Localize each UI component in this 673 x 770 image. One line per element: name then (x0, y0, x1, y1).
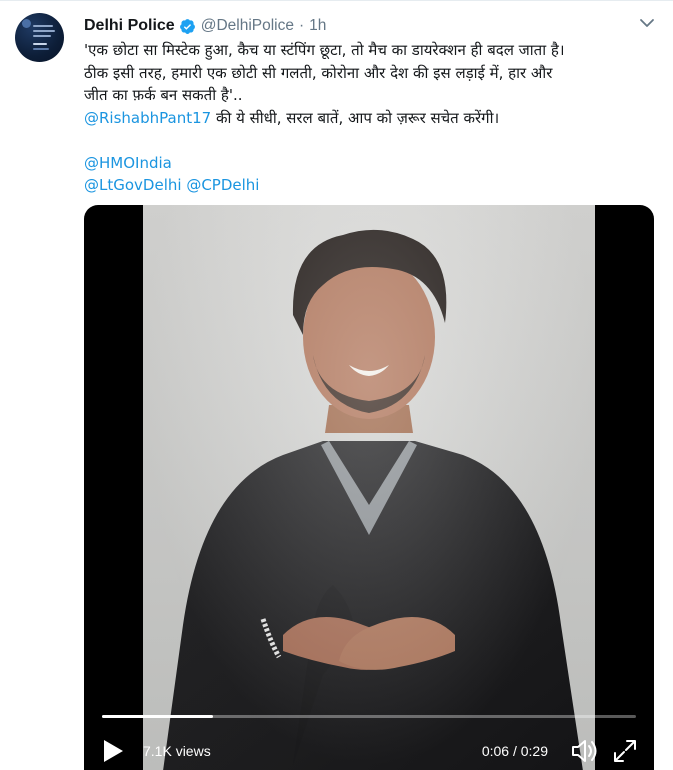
author-name[interactable]: Delhi Police (84, 17, 175, 35)
fullscreen-icon[interactable] (612, 738, 638, 764)
view-count: 7.1K views (143, 743, 211, 759)
current-time: 0:06 (481, 743, 510, 759)
avatar[interactable] (15, 13, 64, 62)
video-timecode: 0:06 / 0:29 (481, 743, 548, 759)
tweet-text-line: ठीक इसी तरह, हमारी एक छोटी सी गलती, कोरो… (84, 63, 553, 82)
separator-dot: · (298, 17, 305, 34)
volume-icon[interactable] (570, 738, 600, 764)
video-progress-fill (102, 715, 213, 718)
tweet-text-line: जीत का फ़र्क बन सकती है'.. (84, 86, 243, 104)
mention-link[interactable]: @HMOIndia (84, 154, 172, 172)
tweet-text-line: 'एक छोटा सा मिस्टेक हुआ, कैच या स्टंपिंग… (84, 41, 565, 59)
police-emblem-icon (22, 19, 31, 28)
tweet-header: Delhi Police @DelhiPolice · 1h (84, 15, 326, 37)
video-frame[interactable] (143, 205, 595, 770)
tweet-timestamp[interactable]: 1h (309, 17, 326, 35)
author-handle[interactable]: @DelhiPolice (201, 17, 294, 35)
tweet-text: 'एक छोटा सा मिस्टेक हुआ, कैच या स्टंपिंग… (84, 39, 654, 197)
mention-link[interactable]: @RishabhPant17 (84, 109, 211, 127)
play-icon[interactable] (101, 738, 125, 764)
video-progress-bar[interactable] (102, 715, 636, 718)
video-player[interactable]: 7.1K views 0:06 / 0:29 (84, 205, 654, 770)
tweet-text-line: @RishabhPant17 की ये सीधी, सरल बातें, आप… (84, 107, 654, 130)
tweet-text-fragment: की ये सीधी, सरल बातें, आप को ज़रूर सचेत … (211, 108, 500, 127)
mention-link[interactable]: @CPDelhi (186, 176, 259, 194)
verified-badge-icon (179, 18, 195, 34)
chevron-down-icon[interactable] (637, 15, 657, 31)
tweet-card[interactable]: Delhi Police @DelhiPolice · 1h 'एक छोटा … (0, 0, 673, 770)
mention-link[interactable]: @LtGovDelhi (84, 176, 182, 194)
duration: 0:29 (520, 743, 548, 759)
